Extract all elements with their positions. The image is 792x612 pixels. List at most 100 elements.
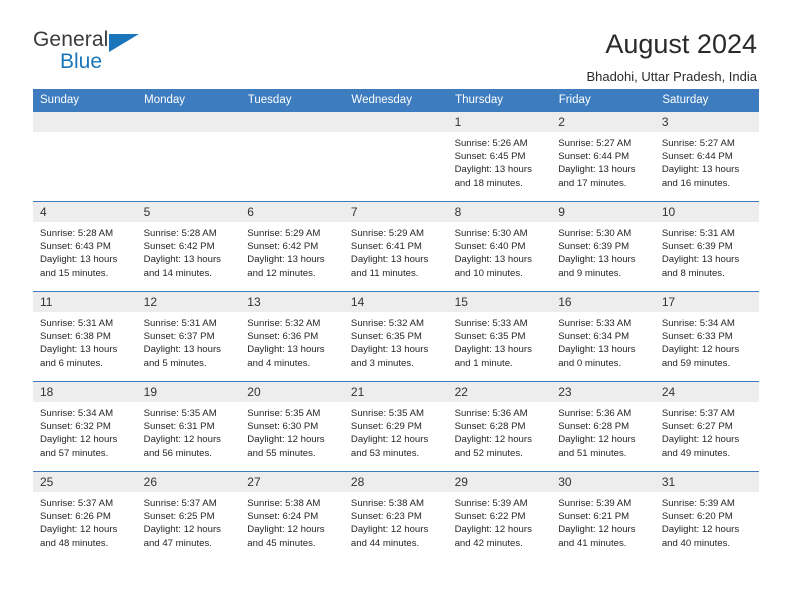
sunrise-text: Sunrise: 5:31 AM <box>40 318 114 329</box>
calendar-day-cell[interactable]: 6 Sunrise: 5:29 AM Sunset: 6:42 PM Daylight… <box>240 201 344 292</box>
sunrise-text: Sunrise: 5:37 AM <box>40 498 114 509</box>
daylight-text: Daylight: 13 hours and 1 minute. <box>454 344 532 369</box>
logo-text-general: General <box>33 28 109 51</box>
calendar-day-cell[interactable]: 26 Sunrise: 5:37 AM Sunset: 6:25 PM Dayligh… <box>136 471 241 562</box>
sunrise-text: Sunrise: 5:38 AM <box>350 498 424 509</box>
calendar-day-cell[interactable]: 8 Sunrise: 5:30 AM Sunset: 6:40 PM Daylight… <box>447 201 552 292</box>
day-number: 17 <box>654 292 759 312</box>
weekday-header-wednesday: Wednesday <box>343 89 449 112</box>
calendar-day-cell[interactable]: 7 Sunrise: 5:29 AM Sunset: 6:41 PM Daylight… <box>343 201 448 292</box>
calendar-cell-empty <box>33 111 137 202</box>
day-number: 4 <box>33 202 137 222</box>
calendar-cell-empty <box>136 111 241 202</box>
day-details: Sunrise: 5:39 AM Sunset: 6:21 PM Daylight:… <box>551 492 655 550</box>
page-header: General Blue August 2024 Bhadohi, Uttar … <box>0 0 792 84</box>
calendar-day-cell[interactable]: 16 Sunrise: 5:33 AM Sunset: 6:34 PM Dayligh… <box>551 291 655 382</box>
sunrise-text: Sunrise: 5:38 AM <box>247 498 321 509</box>
calendar-day-cell[interactable]: 28 Sunrise: 5:38 AM Sunset: 6:23 PM Dayligh… <box>343 471 448 562</box>
day-details: Sunrise: 5:26 AM Sunset: 6:45 PM Daylight:… <box>448 132 552 190</box>
calendar-cell-empty <box>343 111 448 202</box>
sunset-text: Sunset: 6:34 PM <box>558 331 630 343</box>
sunrise-text: Sunrise: 5:33 AM <box>454 318 528 329</box>
daylight-text: Daylight: 12 hours and 44 minutes. <box>350 524 429 549</box>
calendar-day-cell[interactable]: 14 Sunrise: 5:32 AM Sunset: 6:35 PM Dayligh… <box>343 291 448 382</box>
daylight-text: Daylight: 12 hours and 47 minutes. <box>143 524 221 549</box>
calendar-day-cell[interactable]: 13 Sunrise: 5:32 AM Sunset: 6:36 PM Dayligh… <box>240 291 344 382</box>
daylight-text: Daylight: 12 hours and 48 minutes. <box>40 524 118 549</box>
calendar-day-cell[interactable]: 3 Sunrise: 5:27 AM Sunset: 6:44 PM Daylight… <box>654 111 759 202</box>
day-details: Sunrise: 5:29 AM Sunset: 6:41 PM Daylight:… <box>344 222 448 280</box>
day-details: Sunrise: 5:37 AM Sunset: 6:25 PM Daylight:… <box>137 492 241 550</box>
weekday-header-friday: Friday <box>551 89 656 112</box>
calendar-header-row: Sunday Monday Tuesday Wednesday Thursday Frid… <box>33 89 759 112</box>
calendar-day-cell[interactable]: 31 Sunrise: 5:39 AM Sunset: 6:20 PM Dayligh… <box>654 471 759 562</box>
sunrise-text: Sunrise: 5:31 AM <box>143 318 217 329</box>
calendar-day-cell[interactable]: 24 Sunrise: 5:37 AM Sunset: 6:27 PM Dayligh… <box>654 381 759 472</box>
calendar-day-cell[interactable]: 12 Sunrise: 5:31 AM Sunset: 6:37 PM Dayligh… <box>136 291 241 382</box>
sunrise-text: Sunrise: 5:27 AM <box>558 138 632 149</box>
calendar-day-cell[interactable]: 20 Sunrise: 5:35 AM Sunset: 6:30 PM Dayligh… <box>240 381 344 472</box>
day-number: 14 <box>343 292 448 312</box>
sunset-text: Sunset: 6:20 PM <box>661 511 733 523</box>
calendar-day-cell[interactable]: 23 Sunrise: 5:36 AM Sunset: 6:28 PM Dayligh… <box>551 381 655 472</box>
calendar-day-cell[interactable]: 2 Sunrise: 5:27 AM Sunset: 6:44 PM Daylight… <box>551 111 655 202</box>
daylight-text: Daylight: 13 hours and 17 minutes. <box>558 164 636 189</box>
calendar-day-cell[interactable]: 18 Sunrise: 5:34 AM Sunset: 6:32 PM Dayligh… <box>33 381 137 472</box>
weekday-header-thursday: Thursday <box>447 89 552 112</box>
sunrise-text: Sunrise: 5:30 AM <box>558 228 632 239</box>
day-details: Sunrise: 5:38 AM Sunset: 6:24 PM Daylight:… <box>240 492 344 550</box>
calendar-day-cell[interactable]: 4 Sunrise: 5:28 AM Sunset: 6:43 PM Daylight… <box>33 201 137 292</box>
calendar-week-row: 11 Sunrise: 5:31 AM Sunset: 6:38 PM Dayligh… <box>33 291 759 382</box>
calendar-day-cell[interactable]: 22 Sunrise: 5:36 AM Sunset: 6:28 PM Dayligh… <box>447 381 552 472</box>
calendar-day-cell[interactable]: 21 Sunrise: 5:35 AM Sunset: 6:29 PM Dayligh… <box>343 381 448 472</box>
sunset-text: Sunset: 6:35 PM <box>454 331 526 343</box>
day-details: Sunrise: 5:34 AM Sunset: 6:32 PM Daylight:… <box>33 402 137 460</box>
calendar-day-cell[interactable]: 25 Sunrise: 5:37 AM Sunset: 6:26 PM Dayligh… <box>33 471 137 562</box>
day-number: 6 <box>240 202 344 222</box>
day-number: 22 <box>447 382 552 402</box>
calendar-day-cell[interactable]: 29 Sunrise: 5:39 AM Sunset: 6:22 PM Dayligh… <box>447 471 552 562</box>
calendar-day-cell[interactable]: 1 Sunrise: 5:26 AM Sunset: 6:45 PM Daylight… <box>447 111 552 202</box>
calendar-day-cell[interactable]: 30 Sunrise: 5:39 AM Sunset: 6:21 PM Dayligh… <box>551 471 655 562</box>
day-number: 15 <box>447 292 552 312</box>
calendar-day-cell[interactable]: 11 Sunrise: 5:31 AM Sunset: 6:38 PM Dayligh… <box>33 291 137 382</box>
day-number: 26 <box>136 472 241 492</box>
daylight-text: Daylight: 13 hours and 4 minutes. <box>247 344 325 369</box>
day-details: Sunrise: 5:39 AM Sunset: 6:22 PM Daylight:… <box>448 492 552 550</box>
day-details: Sunrise: 5:37 AM Sunset: 6:27 PM Daylight:… <box>655 402 759 460</box>
daylight-text: Daylight: 13 hours and 18 minutes. <box>454 164 532 189</box>
daylight-text: Daylight: 12 hours and 49 minutes. <box>661 434 740 459</box>
calendar-day-cell[interactable]: 17 Sunrise: 5:34 AM Sunset: 6:33 PM Dayligh… <box>654 291 759 382</box>
day-number: 27 <box>240 472 344 492</box>
daylight-text: Daylight: 13 hours and 15 minutes. <box>40 254 118 279</box>
sunset-text: Sunset: 6:45 PM <box>454 151 526 163</box>
calendar-day-cell[interactable]: 27 Sunrise: 5:38 AM Sunset: 6:24 PM Dayligh… <box>240 471 344 562</box>
day-details: Sunrise: 5:32 AM Sunset: 6:36 PM Daylight:… <box>240 312 344 370</box>
calendar-day-cell[interactable]: 5 Sunrise: 5:28 AM Sunset: 6:42 PM Daylight… <box>136 201 241 292</box>
day-details: Sunrise: 5:37 AM Sunset: 6:26 PM Daylight:… <box>33 492 137 550</box>
daylight-text: Daylight: 12 hours and 59 minutes. <box>661 344 740 369</box>
sunset-text: Sunset: 6:21 PM <box>558 511 630 523</box>
calendar-day-cell[interactable]: 19 Sunrise: 5:35 AM Sunset: 6:31 PM Dayligh… <box>136 381 241 472</box>
day-number: 12 <box>136 292 241 312</box>
generalblue-logo[interactable]: General Blue <box>33 28 153 76</box>
sunrise-text: Sunrise: 5:37 AM <box>143 498 217 509</box>
sunset-text: Sunset: 6:44 PM <box>661 151 733 163</box>
daylight-text: Daylight: 13 hours and 14 minutes. <box>143 254 221 279</box>
calendar-day-cell[interactable]: 15 Sunrise: 5:33 AM Sunset: 6:35 PM Dayligh… <box>447 291 552 382</box>
day-details: Sunrise: 5:33 AM Sunset: 6:34 PM Daylight:… <box>551 312 655 370</box>
day-details: Sunrise: 5:29 AM Sunset: 6:42 PM Daylight:… <box>240 222 344 280</box>
day-number: 25 <box>33 472 137 492</box>
day-number: 8 <box>447 202 552 222</box>
daylight-text: Daylight: 13 hours and 10 minutes. <box>454 254 532 279</box>
sunrise-text: Sunrise: 5:33 AM <box>558 318 632 329</box>
sunrise-text: Sunrise: 5:28 AM <box>40 228 114 239</box>
day-number: 7 <box>343 202 448 222</box>
calendar-day-cell[interactable]: 10 Sunrise: 5:31 AM Sunset: 6:39 PM Dayligh… <box>654 201 759 292</box>
sunrise-text: Sunrise: 5:35 AM <box>247 408 321 419</box>
calendar-day-cell[interactable]: 9 Sunrise: 5:30 AM Sunset: 6:39 PM Daylight… <box>551 201 655 292</box>
sunset-text: Sunset: 6:38 PM <box>40 331 111 343</box>
sunset-text: Sunset: 6:42 PM <box>247 241 319 253</box>
page-title: August 2024 <box>605 29 757 59</box>
day-number: 28 <box>343 472 448 492</box>
